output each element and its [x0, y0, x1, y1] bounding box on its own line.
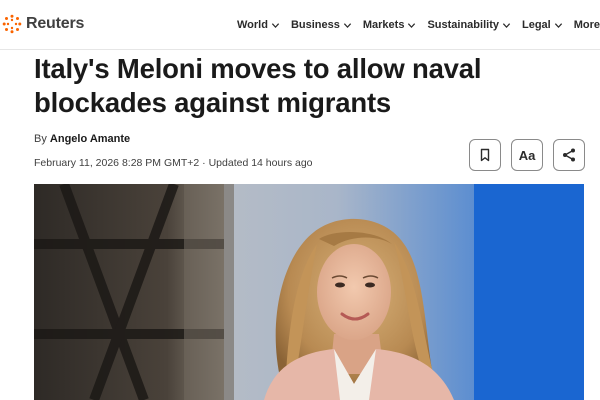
share-button[interactable]	[553, 139, 585, 171]
main-nav: World Business Markets Sustainability Le…	[226, 15, 600, 35]
nav-item-label: Business	[290, 19, 340, 31]
nav-item-markets[interactable]: Markets	[363, 19, 417, 31]
top-navigation-bar: Reuters World Business Markets Sustainab…	[0, 0, 600, 50]
chevron-down-icon	[271, 22, 280, 28]
lead-photo[interactable]	[34, 184, 584, 400]
chevron-down-icon	[554, 22, 562, 28]
reuters-dots-icon	[2, 14, 22, 34]
share-icon	[563, 148, 575, 162]
bookmark-icon	[480, 148, 490, 162]
article-actions: Aa	[469, 139, 585, 171]
nav-item-label: Legal	[521, 19, 551, 31]
brand-name: Reuters	[26, 15, 85, 32]
text-size-label: Aa	[518, 147, 536, 163]
chevron-down-icon	[343, 22, 351, 28]
nav-item-label: Markets	[362, 19, 405, 31]
nav-item-legal[interactable]: Legal	[522, 19, 563, 31]
nav-item-sustainability[interactable]: Sustainability	[427, 19, 511, 31]
article-headline: Italy's Meloni moves to allow naval bloc…	[34, 52, 584, 120]
nav-item-label: More	[573, 19, 600, 31]
nav-item-label: World	[236, 19, 268, 31]
bookmark-button[interactable]	[469, 139, 501, 171]
nav-item-business[interactable]: Business	[291, 19, 352, 31]
headline-line-1: Italy's Meloni moves to allow naval	[34, 53, 482, 84]
byline: By Angelo Amante	[34, 133, 130, 145]
chevron-down-icon	[408, 22, 416, 28]
article-dateline: February 11, 2026 8:28 PM GMT+2 · Update…	[34, 157, 313, 169]
byline-prefix: By	[34, 133, 47, 145]
chevron-down-icon	[502, 22, 511, 28]
nav-item-world[interactable]: World	[237, 19, 280, 31]
text-size-button[interactable]: Aa	[511, 139, 543, 171]
nav-item-more[interactable]: More	[574, 19, 600, 31]
headline-line-2: blockades against migrants	[34, 87, 391, 118]
nav-item-label: Sustainability	[427, 19, 499, 31]
reuters-logo[interactable]: Reuters	[2, 12, 84, 36]
author-link[interactable]: Angelo Amante	[50, 133, 130, 145]
lead-photo-illustration	[34, 184, 584, 400]
